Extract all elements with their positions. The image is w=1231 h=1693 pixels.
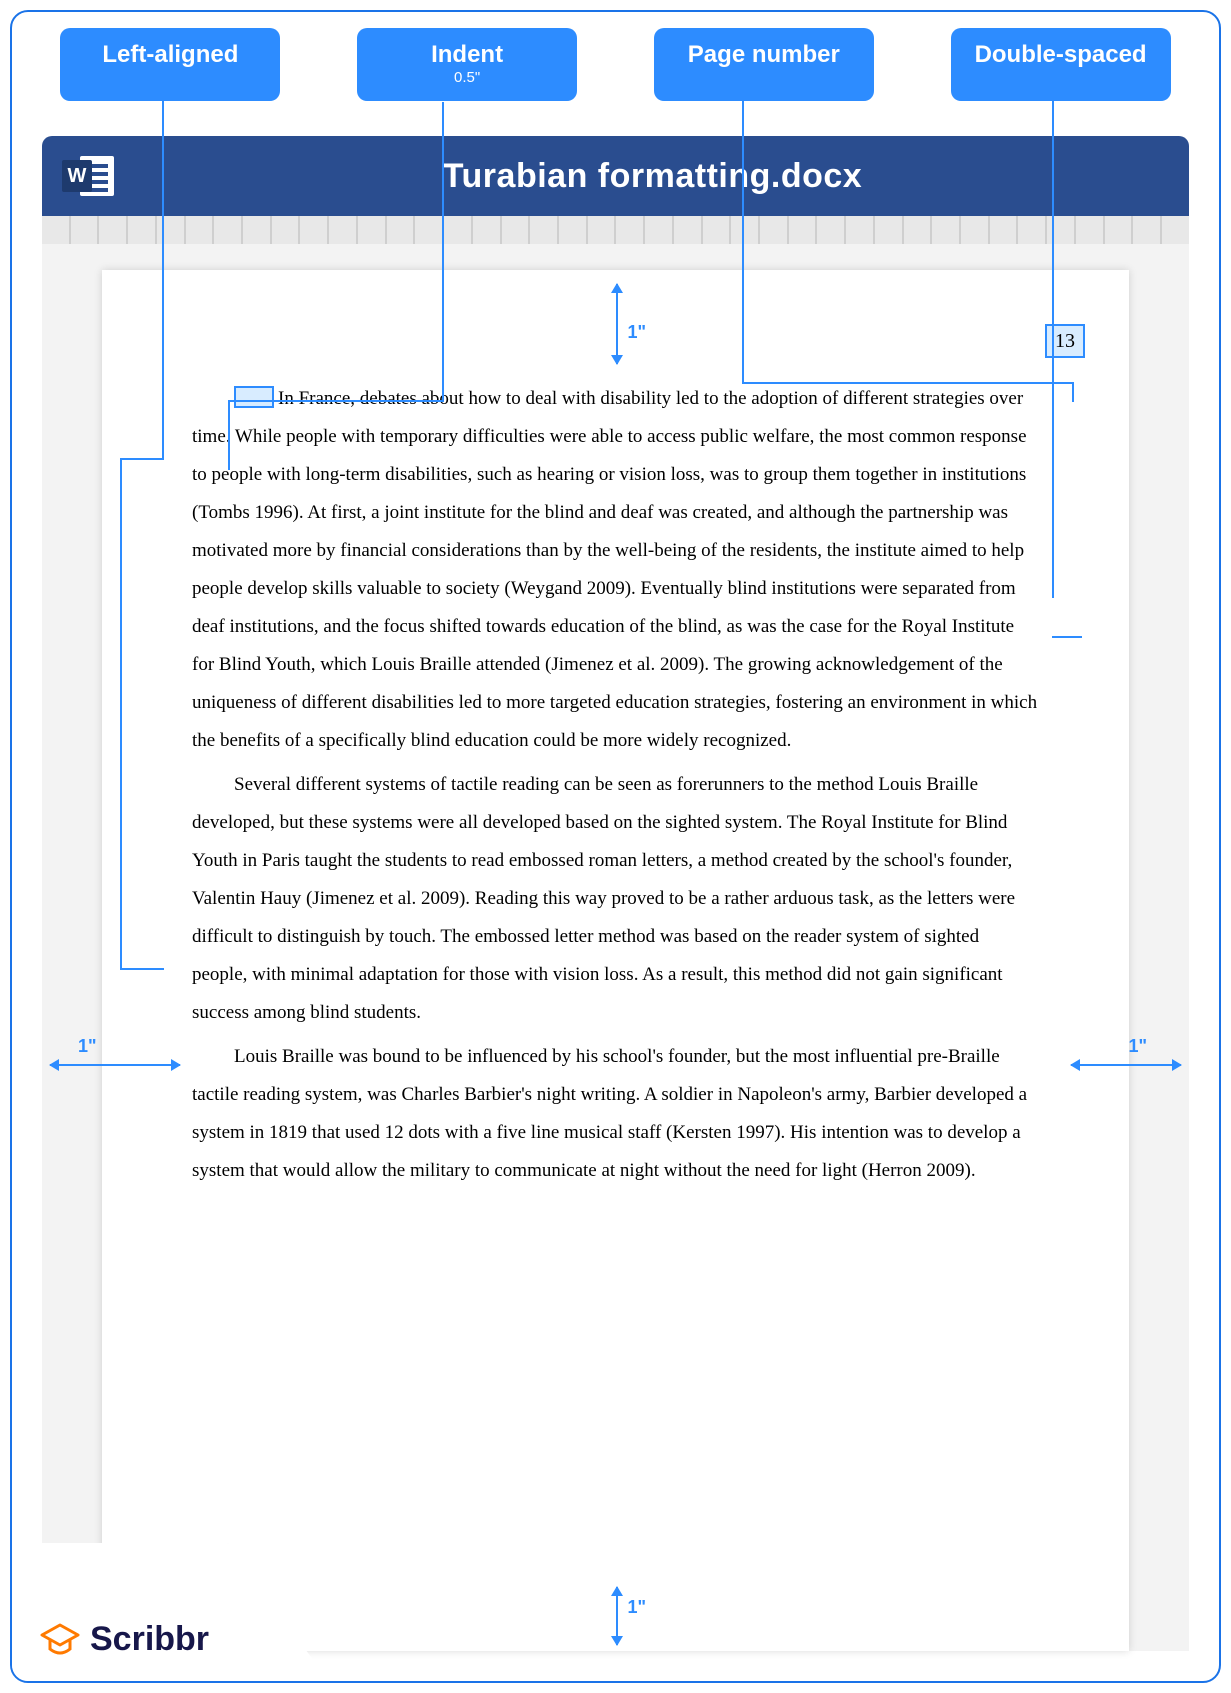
connector-left-aligned-h2 — [120, 968, 164, 970]
annotation-labels-row: Left-aligned Indent 0.5" Page number Dou… — [12, 28, 1219, 101]
margin-arrow-bottom — [616, 1587, 618, 1645]
connector-left-aligned-h — [120, 458, 164, 460]
margin-arrow-left — [50, 1064, 180, 1066]
graduation-cap-icon — [40, 1623, 80, 1657]
ruler — [42, 216, 1189, 244]
label-left-aligned: Left-aligned — [60, 28, 280, 101]
label-text: Indent — [431, 41, 503, 68]
word-icon-letter: W — [62, 160, 92, 192]
document-page: 13 In France, debates about how to deal … — [102, 270, 1129, 1651]
paragraph-2-text: Several different systems of tactile rea… — [192, 774, 1015, 1023]
label-text: Page number — [688, 41, 840, 68]
connector-left-aligned-bracket — [120, 458, 122, 968]
connector-indent-v2 — [228, 400, 230, 470]
brand-name: Scribbr — [90, 1620, 209, 1659]
connector-pagenum-h — [742, 382, 1072, 384]
label-text: Left-aligned — [102, 41, 238, 68]
connector-pagenum-v2 — [1072, 382, 1074, 402]
margin-label-right: 1" — [1128, 1036, 1147, 1057]
page-number-value: 13 — [1055, 321, 1075, 361]
margin-label-bottom: 1" — [628, 1589, 647, 1625]
margin-arrow-right — [1071, 1064, 1181, 1066]
page-number-box: 13 — [1045, 324, 1085, 358]
diagram-frame: Left-aligned Indent 0.5" Page number Dou… — [10, 10, 1221, 1683]
label-double-spaced: Double-spaced — [951, 28, 1171, 101]
paragraph-1-text: In France, debates about how to deal wit… — [192, 388, 1037, 751]
margin-label-top: 1" — [628, 314, 647, 350]
label-subtext: 0.5" — [381, 70, 553, 87]
connector-pagenum-v — [742, 98, 744, 382]
label-text: Double-spaced — [975, 41, 1147, 68]
margin-arrow-top — [616, 284, 618, 364]
document-filename: Turabian formatting.docx — [116, 157, 1189, 196]
connector-indent-v — [442, 102, 444, 400]
paragraph-1: In France, debates about how to deal wit… — [192, 380, 1039, 760]
margin-label-left: 1" — [78, 1036, 97, 1057]
connector-ds-h — [1052, 636, 1082, 638]
connector-indent-h — [228, 400, 444, 402]
label-indent: Indent 0.5" — [357, 28, 577, 101]
indent-highlight-box — [234, 386, 274, 408]
label-page-number: Page number — [654, 28, 874, 101]
page-background: 13 In France, debates about how to deal … — [42, 244, 1189, 1651]
connector-left-aligned-v — [162, 98, 164, 458]
paragraph-3-text: Louis Braille was bound to be influenced… — [192, 1046, 1027, 1181]
paragraph-3: Louis Braille was bound to be influenced… — [192, 1038, 1039, 1190]
connector-ds-v — [1052, 98, 1054, 598]
paragraph-2: Several different systems of tactile rea… — [192, 766, 1039, 1032]
word-icon: W — [62, 152, 116, 200]
brand-logo: Scribbr — [40, 1620, 209, 1659]
word-titlebar: W Turabian formatting.docx — [42, 136, 1189, 216]
